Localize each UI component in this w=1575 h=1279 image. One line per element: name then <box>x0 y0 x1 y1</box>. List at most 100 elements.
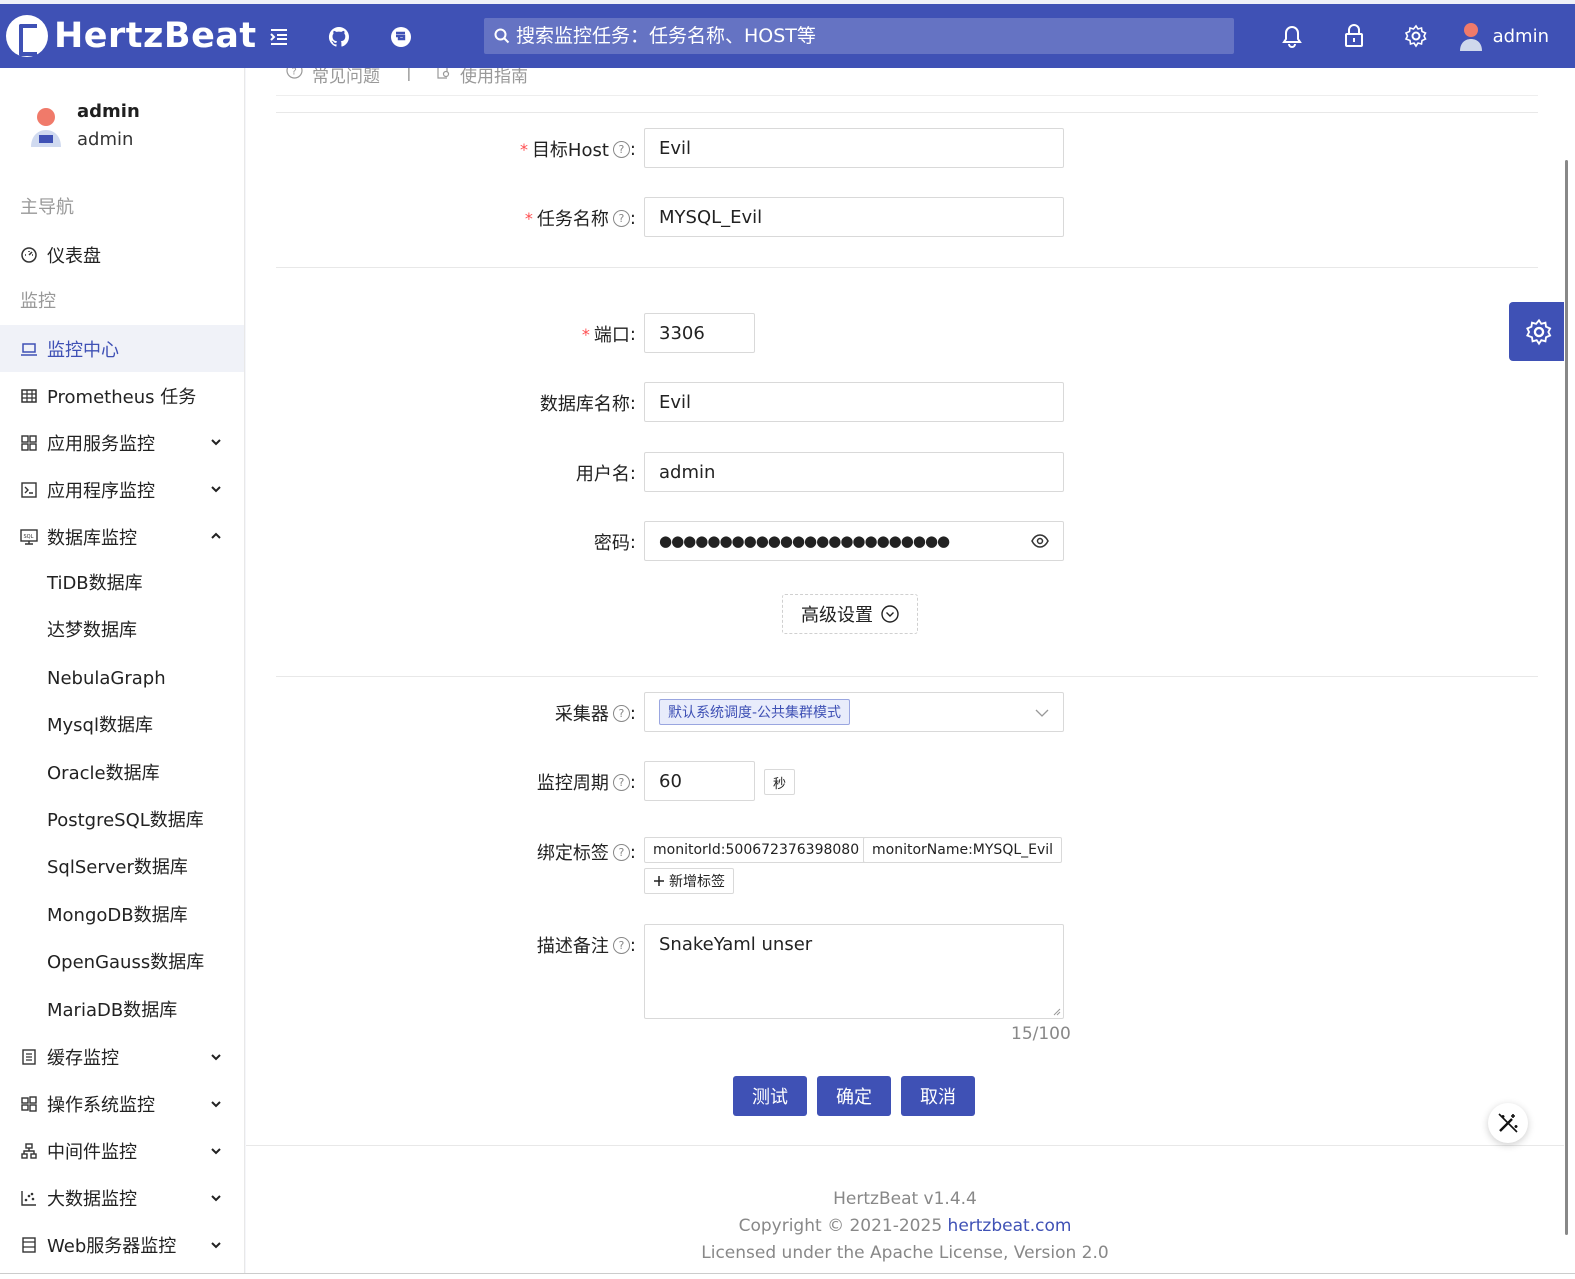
collector-tag: 默认系统调度-公共集群模式 <box>659 699 851 725</box>
chevron-down-icon <box>211 439 221 446</box>
sidebar-subitem-postgresql[interactable]: PostgreSQL数据库 <box>0 797 244 844</box>
sidebar-subitem-mongodb[interactable]: MongoDB数据库 <box>0 892 244 939</box>
help-icon[interactable]: ? <box>612 773 630 791</box>
crumb-separator: | <box>406 68 412 82</box>
user-menu[interactable]: admin <box>1457 21 1549 51</box>
description-label: 描述备注 <box>536 936 609 957</box>
sidebar-item-dashboard[interactable]: 仪表盘 <box>0 231 244 278</box>
sidebar-item-bigdata[interactable]: 大数据监控 <box>0 1175 244 1222</box>
advanced-settings-button[interactable]: 高级设置 <box>782 594 918 634</box>
sidebar-item-middleware[interactable]: 中间件监控 <box>0 1128 244 1175</box>
required-mark: * <box>581 324 590 344</box>
tag-monitor-name[interactable]: monitorName:MYSQL_Evil <box>863 837 1063 863</box>
laptop-icon <box>20 340 38 358</box>
svg-text:?: ? <box>292 68 297 78</box>
app-logo[interactable]: HertzBeat <box>6 15 257 57</box>
sidebar-item-app-program[interactable]: 应用程序监控 <box>0 466 244 513</box>
gitee-icon[interactable] <box>388 24 414 50</box>
colon: : <box>629 392 636 414</box>
bell-icon[interactable] <box>1279 23 1305 49</box>
table-icon <box>20 387 38 405</box>
divider <box>276 112 1538 113</box>
nav-group-main: 主导航 <box>20 197 74 218</box>
sidebar-subitem-opengauss[interactable]: OpenGauss数据库 <box>0 939 244 986</box>
avatar <box>1457 21 1485 51</box>
tag-monitor-id[interactable]: monitorId:500672376398080 <box>644 837 869 863</box>
help-icon[interactable]: ? <box>612 209 630 227</box>
search-input[interactable] <box>516 25 1216 47</box>
username-label: 用户名 <box>575 464 630 485</box>
logo-icon <box>6 15 48 57</box>
ai-assistant-button[interactable] <box>1488 1103 1528 1143</box>
interval-label: 监控周期 <box>536 773 609 794</box>
svg-text:SQL: SQL <box>24 534 34 540</box>
footer-version: HertzBeat v1.4.4 <box>833 1189 977 1209</box>
sidebar-item-os[interactable]: 操作系统监控 <box>0 1081 244 1128</box>
sidebar-subitem-oracle[interactable]: Oracle数据库 <box>0 750 244 797</box>
colon: : <box>629 771 636 793</box>
sidebar-subitem-mariadb[interactable]: MariaDB数据库 <box>0 987 244 1034</box>
help-icon[interactable]: ? <box>612 843 630 861</box>
sidebar-item-label: 中间件监控 <box>47 1142 137 1164</box>
sidebar-item-db-monitor[interactable]: SQL 数据库监控 <box>0 513 244 560</box>
github-icon[interactable] <box>326 24 352 50</box>
sidebar-subitem-tidb[interactable]: TiDB数据库 <box>0 560 244 607</box>
menu-fold-icon[interactable] <box>266 24 292 50</box>
search-bar[interactable] <box>484 18 1234 54</box>
help-icon[interactable]: ? <box>612 936 630 954</box>
hertzbeat-link[interactable]: hertzbeat.com <box>948 1216 1072 1236</box>
help-icon[interactable]: ? <box>612 140 630 158</box>
confirm-button[interactable]: 确定 <box>817 1076 891 1116</box>
username-input[interactable]: admin <box>644 452 1064 492</box>
host-input[interactable]: Evil <box>644 128 1064 168</box>
guide-link[interactable]: 使用指南 <box>460 68 528 87</box>
sidebar-subitem-dameng[interactable]: 达梦数据库 <box>0 607 244 654</box>
test-button[interactable]: 测试 <box>733 1076 807 1116</box>
top-header: HertzBeat admin <box>0 0 1575 68</box>
collector-select[interactable]: 默认系统调度-公共集群模式 <box>644 692 1064 732</box>
footer-copyright: Copyright © 2021-2025 hertzbeat.com <box>738 1216 1072 1236</box>
interval-input[interactable]: 60 <box>644 761 755 801</box>
sidebar-subitem-sqlserver[interactable]: SqlServer数据库 <box>0 844 244 891</box>
resize-handle-icon[interactable] <box>1053 1008 1061 1016</box>
colon: : <box>629 207 636 229</box>
chevron-down-icon <box>211 1195 221 1202</box>
sidebar-subitem-mysql[interactable]: Mysql数据库 <box>0 702 244 749</box>
lock-icon[interactable] <box>1341 23 1367 49</box>
port-input[interactable]: 3306 <box>644 313 755 353</box>
faq-link[interactable]: 常见问题 <box>312 68 380 87</box>
footer-license: Licensed under the Apache License, Versi… <box>701 1243 1109 1263</box>
name-input[interactable]: MYSQL_Evil <box>644 197 1064 237</box>
gear-icon[interactable] <box>1403 23 1429 49</box>
chevron-down-icon <box>211 1054 221 1061</box>
description-textarea[interactable]: SnakeYaml unser <box>644 924 1064 1019</box>
file-search-icon <box>436 68 452 84</box>
dot-chart-icon <box>20 1189 38 1207</box>
eye-icon[interactable] <box>1031 534 1049 552</box>
down-circle-icon <box>881 605 899 623</box>
user-name: admin <box>1492 25 1549 47</box>
avatar <box>28 105 64 147</box>
cancel-button[interactable]: 取消 <box>901 1076 975 1116</box>
chevron-down-icon <box>211 1148 221 1155</box>
add-tag-button[interactable]: 新增标签 <box>644 868 734 894</box>
tags-label: 绑定标签 <box>536 843 609 864</box>
sidebar-item-label: 监控中心 <box>47 339 119 361</box>
cluster-icon <box>20 1142 38 1160</box>
search-icon <box>494 28 510 44</box>
sidebar-item-app-service[interactable]: 应用服务监控 <box>0 419 244 466</box>
dbname-input[interactable]: Evil <box>644 382 1064 422</box>
server-icon <box>20 1236 38 1254</box>
sidebar-item-web[interactable]: Web服务器监控 <box>0 1222 244 1269</box>
password-input[interactable]: ●●●●●●●●●●●●●●●●●●●●●●●● <box>644 521 1064 561</box>
sidebar-subitem-nebulagraph[interactable]: NebulaGraph <box>0 655 244 702</box>
colon: : <box>629 138 636 160</box>
footer: HertzBeat v1.4.4 Copyright © 2021-2025 h… <box>246 1145 1564 1273</box>
sidebar-item-prometheus[interactable]: Prometheus 任务 <box>0 372 244 419</box>
settings-drawer-button[interactable] <box>1509 302 1569 361</box>
sidebar-item-cache[interactable]: 缓存监控 <box>0 1034 244 1081</box>
scrollbar-thumb[interactable] <box>1565 160 1568 1235</box>
sidebar-item-label: 仪表盘 <box>47 245 101 267</box>
sidebar-item-monitor-center[interactable]: 监控中心 <box>0 325 244 372</box>
help-icon[interactable]: ? <box>612 704 630 722</box>
